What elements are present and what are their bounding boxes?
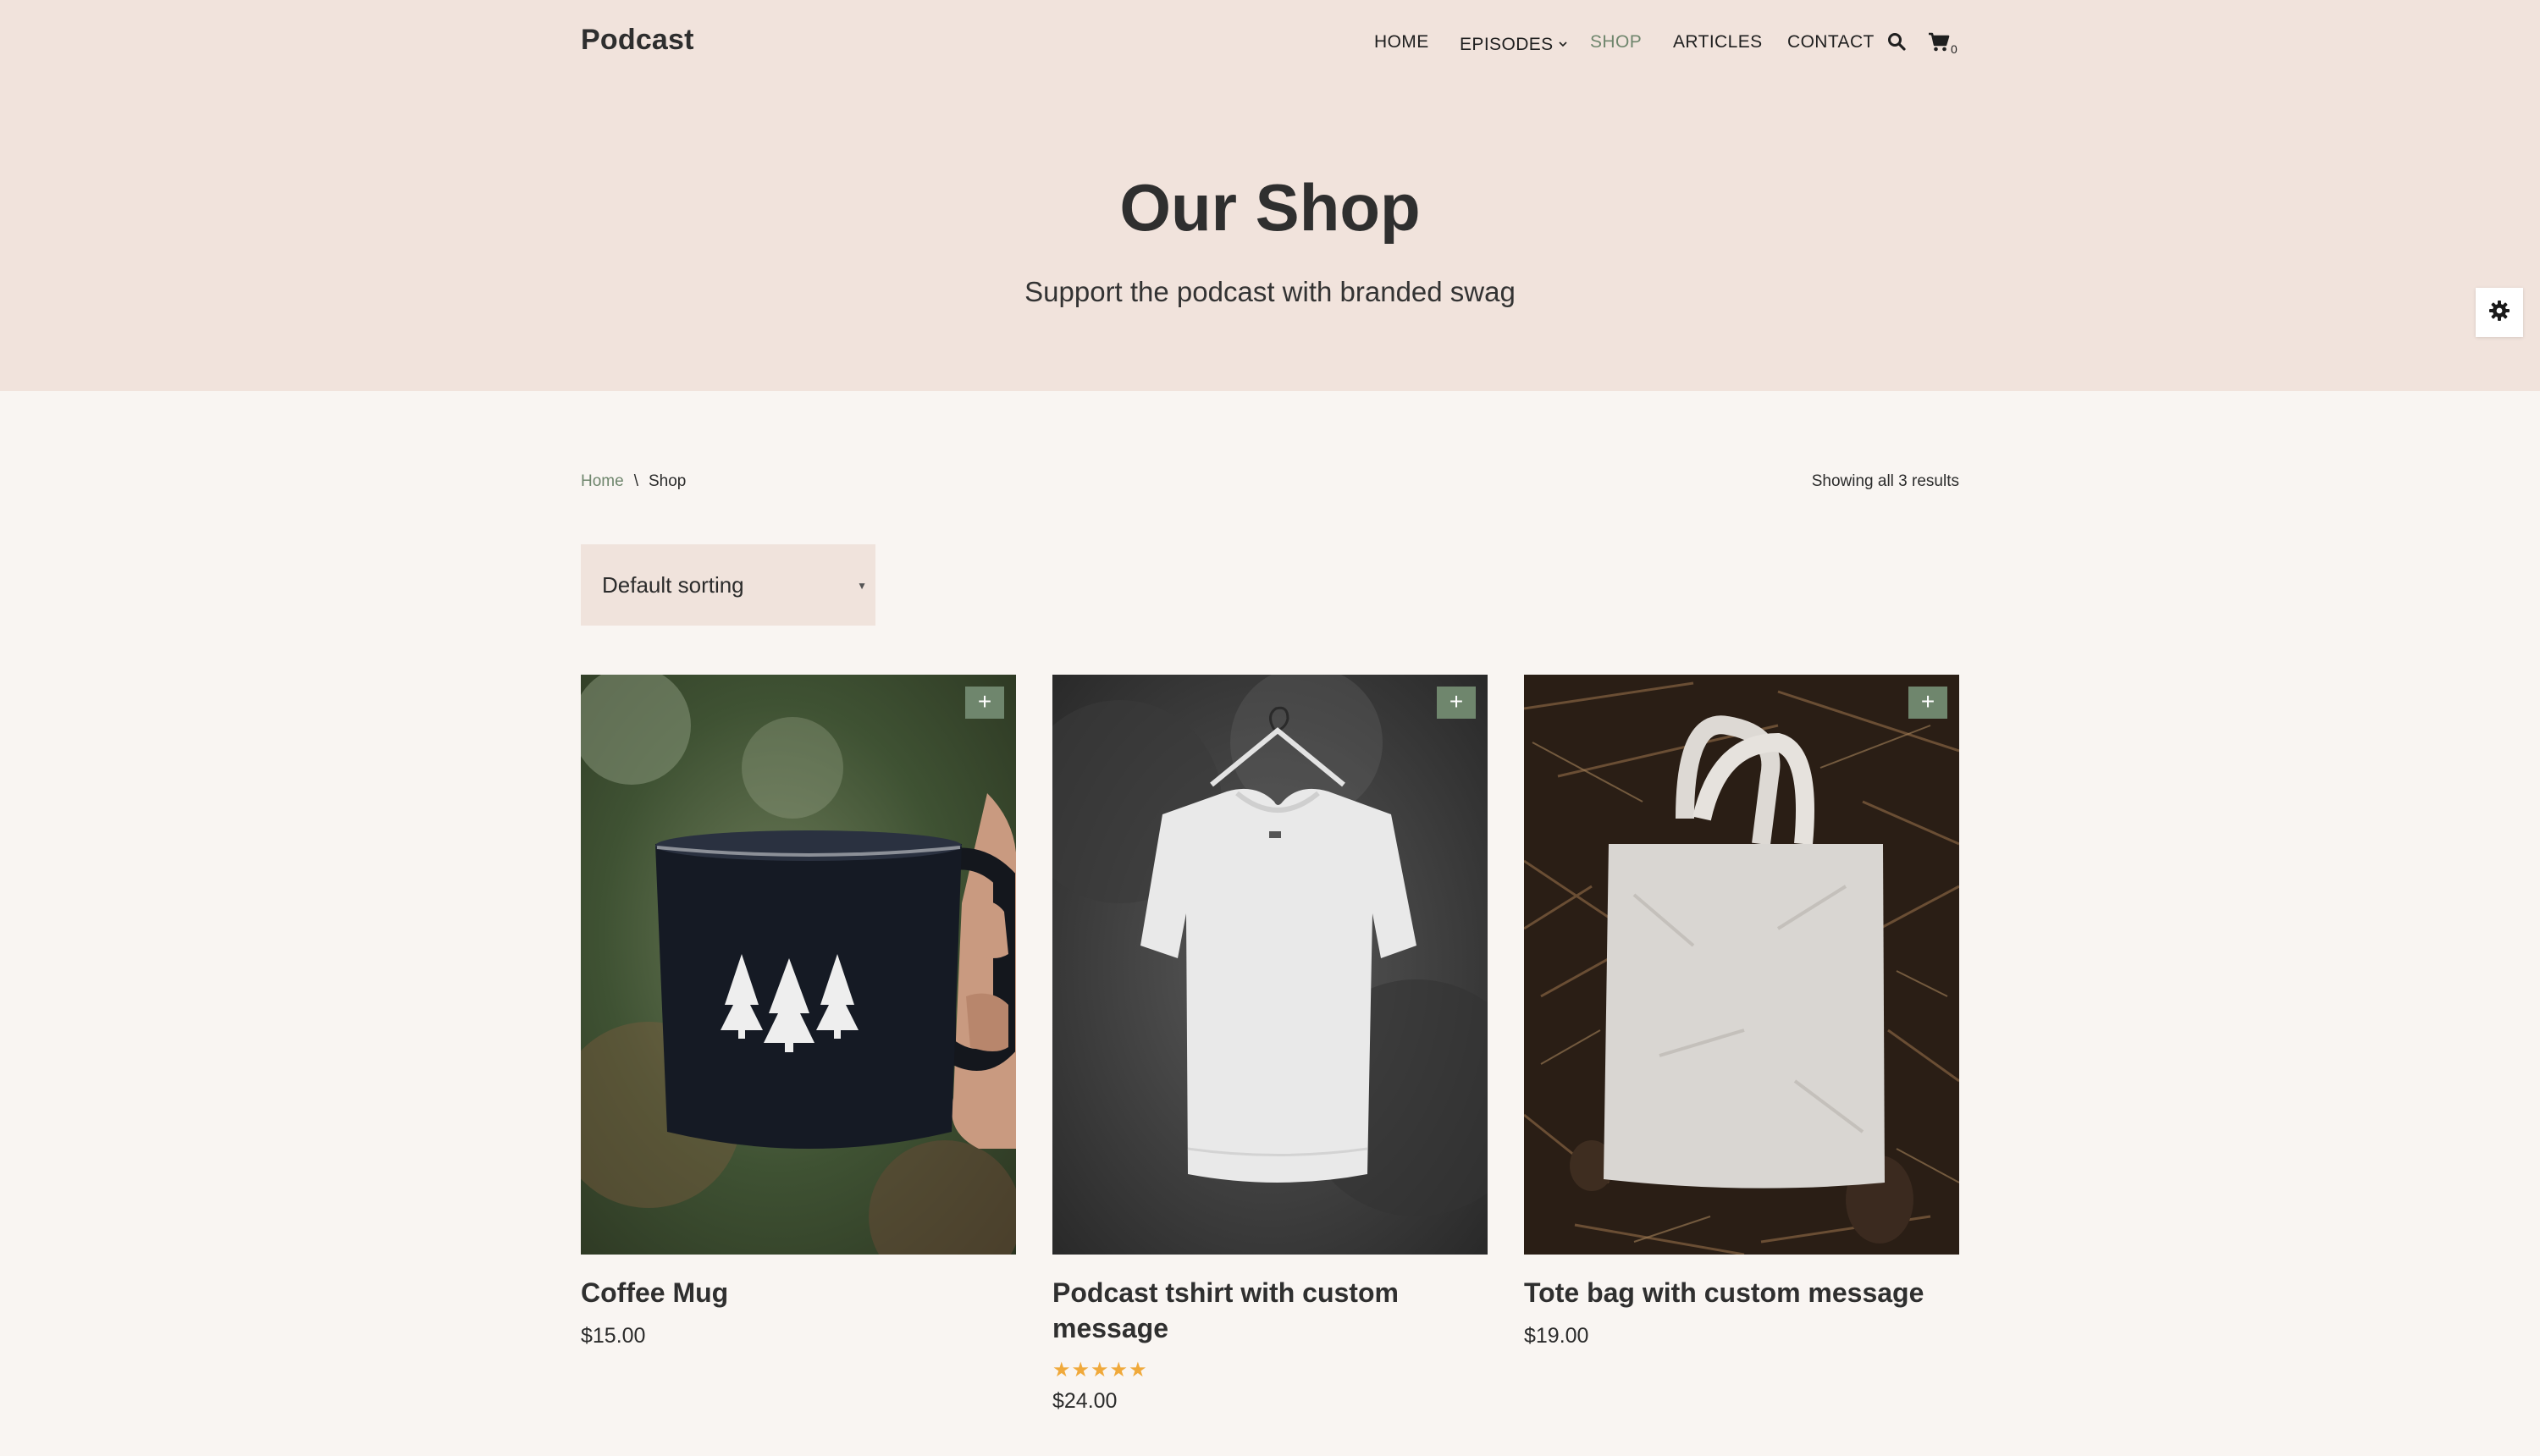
sorting-select[interactable]: Default sorting ▼ [581,544,875,626]
product-card: + Podcast tshirt with custom message ★★★… [1052,675,1488,1414]
settings-button[interactable] [2476,288,2523,337]
product-title[interactable]: Podcast tshirt with custom message [1052,1275,1488,1346]
search-icon[interactable] [1887,32,1906,55]
nav-articles[interactable]: ARTICLES [1673,32,1763,52]
breadcrumb: Home \ Shop [581,472,686,491]
product-image[interactable]: + [1052,675,1488,1255]
rating-stars: ★★★★★ [1052,1359,1148,1382]
nav-shop[interactable]: SHOP [1590,32,1642,52]
product-image[interactable]: + [1524,675,1959,1255]
page-subtitle: Support the podcast with branded swag [1024,276,1516,307]
product-card: + Tote bag with custom message $19.00 [1524,675,1959,1348]
cart-icon[interactable] [1928,32,1950,57]
breadcrumb-separator: \ [633,472,638,490]
result-count: Showing all 3 results [1811,472,1959,490]
cart-count: 0 [1951,42,1957,56]
add-to-cart-button[interactable]: + [1437,687,1476,719]
product-title[interactable]: Tote bag with custom message [1524,1275,1959,1310]
product-title[interactable]: Coffee Mug [581,1275,1016,1310]
gear-icon [2488,300,2510,326]
product-price: $19.00 [1524,1324,1589,1348]
site-logo[interactable]: Podcast [581,24,694,57]
nav-home[interactable]: HOME [1374,32,1429,52]
product-price: $24.00 [1052,1389,1118,1413]
product-price: $15.00 [581,1324,646,1348]
nav-contact[interactable]: CONTACT [1787,32,1875,52]
page-title: Our Shop [1119,170,1421,245]
sorting-selected-value: Default sorting [602,571,744,598]
nav-episodes[interactable]: EPISODES [1460,32,1567,55]
breadcrumb-home[interactable]: Home [581,472,624,490]
add-to-cart-button[interactable]: + [1908,687,1947,719]
nav-episodes-label: EPISODES [1460,35,1554,54]
chevron-down-icon [1559,32,1567,52]
caret-down-icon: ▼ [857,580,867,592]
product-card: + Coffee Mug $15.00 [581,675,1016,1348]
breadcrumb-current: Shop [648,472,687,490]
product-image[interactable]: + [581,675,1016,1255]
add-to-cart-button[interactable]: + [965,687,1004,719]
